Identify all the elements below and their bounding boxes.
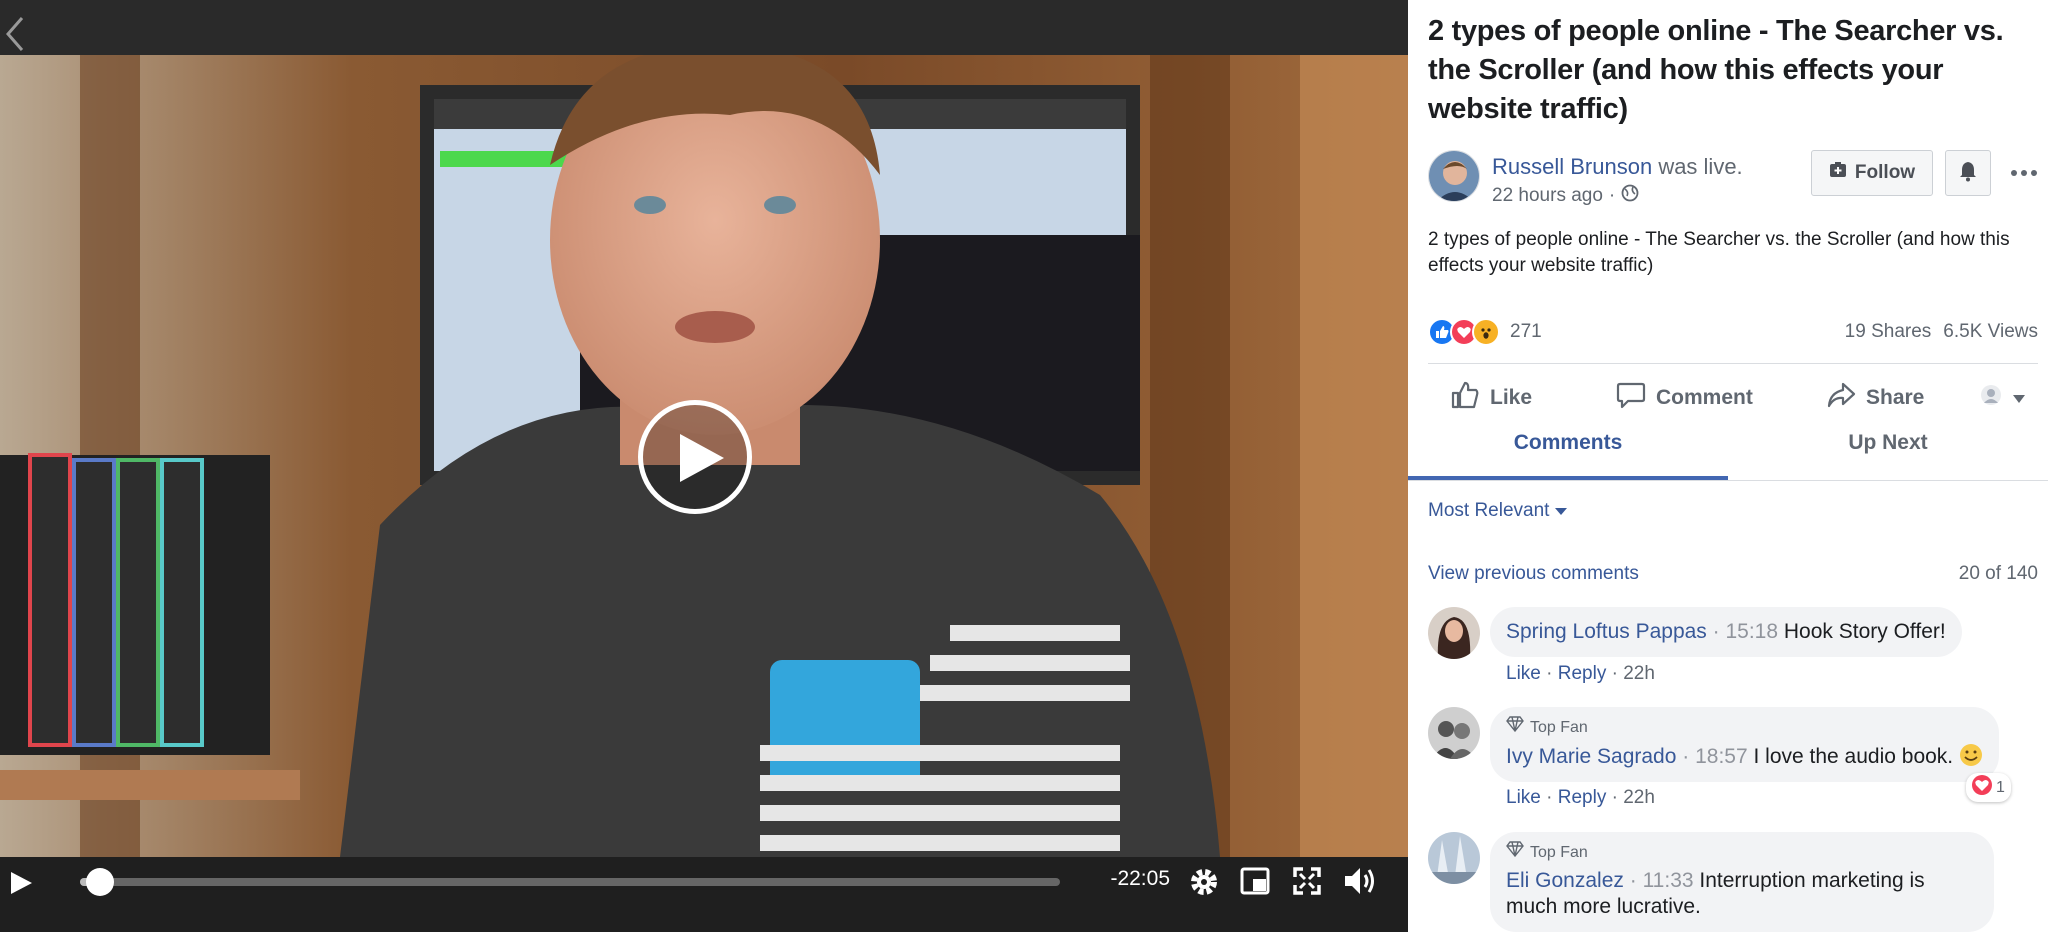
comment-text: Hook Story Offer! (1783, 620, 1946, 643)
post-timestamp-line: 22 hours ago · (1492, 184, 1639, 208)
post-description: 2 types of people online - The Searcher … (1428, 229, 2010, 276)
share-arrow-icon (1826, 380, 1856, 416)
timestamp-separator: · (1608, 185, 1616, 206)
top-fan-badge: Top Fan (1506, 840, 1978, 866)
back-arrow-icon[interactable] (4, 14, 28, 54)
diamond-icon (1506, 840, 1524, 866)
comment-video-timestamp[interactable]: 18:57 (1695, 745, 1748, 768)
fullscreen-icon[interactable] (1292, 866, 1322, 901)
follow-button[interactable]: Follow (1811, 150, 1933, 196)
gear-icon[interactable] (1188, 866, 1220, 903)
smiley-emoji-icon (1959, 744, 1983, 768)
post-stats: 19 Shares 6.5K Views (1845, 321, 2038, 343)
speech-bubble-icon (1616, 380, 1646, 416)
tab-up-next[interactable]: Up Next (1728, 428, 2048, 480)
heart-icon (1972, 775, 1992, 800)
volume-icon[interactable] (1342, 864, 1378, 903)
comment-actions: Like · Reply · 22h (1506, 663, 1655, 684)
reaction-badge-count: 1 (1996, 778, 2005, 796)
author-line: Russell Brunson was live. (1492, 154, 1743, 180)
comment-reply-link[interactable]: Reply (1558, 787, 1607, 808)
like-button[interactable]: Like (1450, 380, 1532, 416)
comment-actions: Like · Reply · 22h (1506, 787, 1655, 808)
comment-video-timestamp[interactable]: 11:33 (1643, 869, 1694, 892)
more-options-icon[interactable] (2004, 150, 2044, 196)
comment-count: 20 of 140 (1958, 563, 2038, 584)
author-suffix: was live. (1658, 154, 1743, 179)
comment-bubble: Top Fan Eli Gonzalez · 11:33 Interruptio… (1490, 832, 1994, 932)
comment-video-timestamp[interactable]: 15:18 (1725, 620, 1778, 643)
chevron-down-icon (2012, 386, 2026, 410)
comment-age[interactable]: 22h (1623, 663, 1655, 684)
comment-reaction-badge[interactable]: 1 (1966, 773, 2011, 802)
time-remaining: -22:05 (1110, 867, 1170, 890)
notifications-button[interactable] (1945, 150, 1991, 196)
commenter-name[interactable]: Ivy Marie Sagrado (1506, 745, 1676, 768)
top-fan-badge: Top Fan (1506, 715, 1983, 741)
mini-avatar-icon (1980, 384, 2002, 412)
commenter-avatar[interactable] (1428, 707, 1480, 759)
reactions-summary[interactable]: 271 (1428, 318, 1542, 346)
divider (1428, 363, 2038, 364)
view-previous-comments-link[interactable]: View previous comments (1428, 563, 1639, 585)
play-overlay-button[interactable] (638, 400, 752, 514)
views-count[interactable]: 6.5K Views (1943, 321, 2038, 343)
comment-bubble: Spring Loftus Pappas · 15:18 Hook Story … (1490, 607, 1962, 657)
pip-icon[interactable] (1240, 866, 1270, 901)
top-fan-label: Top Fan (1530, 719, 1588, 736)
diamond-icon (1506, 715, 1524, 741)
commenter-name[interactable]: Spring Loftus Pappas (1506, 620, 1707, 643)
comment-text: I love the audio book. (1753, 745, 1954, 768)
video-title: 2 types of people online - The Searcher … (1428, 15, 2004, 125)
post-panel: 2 types of people online - The Searcher … (1408, 0, 2048, 932)
follow-icon (1829, 161, 1847, 185)
follow-label: Follow (1854, 162, 1916, 183)
commenter-avatar[interactable] (1428, 607, 1480, 659)
progress-track (80, 878, 1060, 886)
comment-reply-link[interactable]: Reply (1558, 663, 1607, 684)
play-icon[interactable] (8, 870, 34, 901)
globe-icon (1621, 184, 1639, 208)
commenter-name[interactable]: Eli Gonzalez (1506, 869, 1624, 892)
wow-reaction-icon (1472, 318, 1500, 346)
video-top-bar (0, 0, 1408, 55)
shares-count[interactable]: 19 Shares (1845, 321, 1932, 343)
author-name-link[interactable]: Russell Brunson (1492, 154, 1652, 179)
progress-bar[interactable] (80, 868, 1060, 896)
progress-knob[interactable] (85, 868, 114, 896)
comment-label: Comment (1656, 386, 1753, 409)
commenter-avatar[interactable] (1428, 832, 1480, 884)
author-avatar[interactable] (1428, 150, 1480, 202)
tab-comments[interactable]: Comments (1408, 428, 1728, 480)
share-button[interactable]: Share (1826, 380, 1924, 416)
comment-button[interactable]: Comment (1616, 380, 1753, 416)
like-label: Like (1490, 386, 1533, 409)
video-player[interactable]: -22:05 (0, 0, 1408, 932)
top-fan-label: Top Fan (1530, 844, 1588, 861)
thumbs-up-icon (1450, 380, 1480, 416)
bell-icon (1957, 160, 1979, 187)
post-timestamp[interactable]: 22 hours ago (1492, 185, 1603, 207)
comment-like-link[interactable]: Like (1506, 787, 1541, 808)
share-label: Share (1866, 386, 1925, 409)
comment-bubble: Top Fan Ivy Marie Sagrado · 18:57 I love… (1490, 707, 1999, 782)
sort-label: Most Relevant (1428, 500, 1550, 521)
divider (1408, 480, 2048, 481)
comment-like-link[interactable]: Like (1506, 663, 1541, 684)
sort-dropdown[interactable]: Most Relevant (1428, 500, 1568, 522)
reaction-count[interactable]: 271 (1510, 321, 1542, 343)
post-as-selector[interactable] (1980, 380, 2026, 416)
comment-age[interactable]: 22h (1623, 787, 1655, 808)
caret-down-icon (1555, 500, 1568, 522)
